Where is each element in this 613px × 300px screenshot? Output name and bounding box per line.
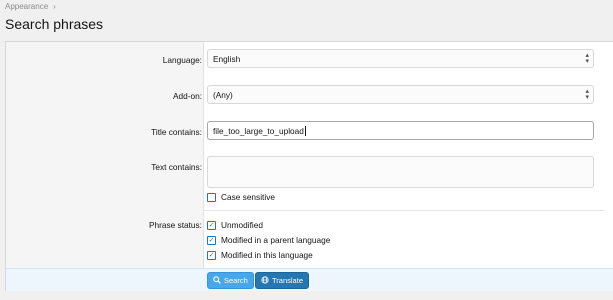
status-option-modified-parent[interactable]: ✓ Modified in a parent language xyxy=(207,235,330,245)
status-option-label: Modified in this language xyxy=(221,250,313,260)
chevron-right-icon: › xyxy=(53,2,56,11)
status-option-modified-this[interactable]: ✓ Modified in this language xyxy=(207,250,313,260)
status-option-unmodified[interactable]: ✓ Unmodified xyxy=(207,220,263,230)
case-sensitive-checkbox[interactable] xyxy=(207,192,216,202)
search-phrases-form: Language: English ▴ ▾ Add-on: (Any) ▴ ▾ Ti… xyxy=(5,41,613,291)
addon-label: Add-on: xyxy=(172,91,202,101)
title-contains-label: Title contains: xyxy=(151,127,202,137)
search-icon xyxy=(213,275,221,286)
translate-button-label: Translate xyxy=(272,276,303,285)
addon-select[interactable]: (Any) ▴ ▾ xyxy=(207,85,594,104)
text-contains-label: Text contains: xyxy=(151,162,202,172)
select-caret-icon: ▴ ▾ xyxy=(585,51,589,65)
status-option-label: Unmodified xyxy=(221,220,263,230)
title-contains-value: file_too_large_to_upload xyxy=(213,125,304,136)
title-contains-input[interactable]: file_too_large_to_upload xyxy=(207,121,594,140)
addon-select-value: (Any) xyxy=(213,89,233,100)
search-button-label: Search xyxy=(224,276,248,285)
page-title: Search phrases xyxy=(5,16,104,32)
select-caret-icon: ▴ ▾ xyxy=(585,87,589,101)
text-cursor xyxy=(304,125,306,136)
translate-button[interactable]: Translate xyxy=(255,272,309,289)
language-select-value: English xyxy=(213,53,241,64)
case-sensitive-label: Case sensitive xyxy=(221,192,275,202)
checkbox-checked-icon[interactable]: ✓ xyxy=(207,250,216,260)
checkbox-checked-icon[interactable]: ✓ xyxy=(207,220,216,230)
text-contains-textarea[interactable] xyxy=(207,156,594,188)
phrase-status-label: Phrase status: xyxy=(148,220,202,230)
globe-icon xyxy=(261,275,269,286)
checkbox-checked-icon[interactable]: ✓ xyxy=(207,235,216,245)
search-button[interactable]: Search xyxy=(207,272,254,289)
breadcrumb-item-appearance[interactable]: Appearance xyxy=(5,2,48,11)
language-select[interactable]: English ▴ ▾ xyxy=(207,49,594,68)
status-option-label: Modified in a parent language xyxy=(221,235,331,245)
section-divider xyxy=(203,210,604,211)
form-footer: Search Translate xyxy=(6,268,613,291)
label-column xyxy=(6,42,204,268)
case-sensitive-checkbox-row[interactable]: Case sensitive xyxy=(207,192,275,202)
breadcrumb: Appearance › xyxy=(5,2,56,11)
language-label: Language: xyxy=(162,55,202,65)
